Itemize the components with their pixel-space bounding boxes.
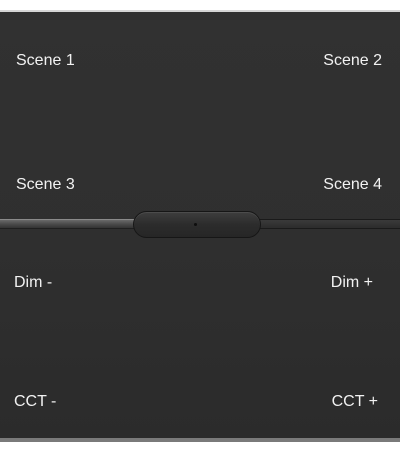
dim-minus-button[interactable]: Dim - (0, 267, 110, 337)
slider-track-empty[interactable] (254, 219, 400, 229)
cct-minus-button[interactable]: CCT - (0, 387, 110, 457)
scene-2-label: Scene 2 (323, 52, 382, 69)
scene-1-label: Scene 1 (16, 52, 75, 69)
cct-minus-label: CCT - (14, 393, 57, 410)
slider-track-filled[interactable] (0, 219, 140, 229)
dim-plus-label: Dim + (330, 274, 373, 291)
scene-2-button[interactable]: Scene 2 (290, 42, 400, 112)
scene-4-label: Scene 4 (323, 176, 382, 193)
slider-handle[interactable] (133, 211, 261, 238)
cct-plus-label: CCT + (331, 393, 378, 410)
dim-plus-button[interactable]: Dim + (290, 267, 400, 337)
scene-3-label: Scene 3 (16, 176, 75, 193)
scene-1-button[interactable]: Scene 1 (0, 42, 110, 112)
dim-minus-label: Dim - (14, 274, 53, 291)
slider-handle-dot (194, 223, 197, 226)
cct-plus-button[interactable]: CCT + (290, 387, 400, 457)
panel-bottom-edge (0, 438, 400, 442)
